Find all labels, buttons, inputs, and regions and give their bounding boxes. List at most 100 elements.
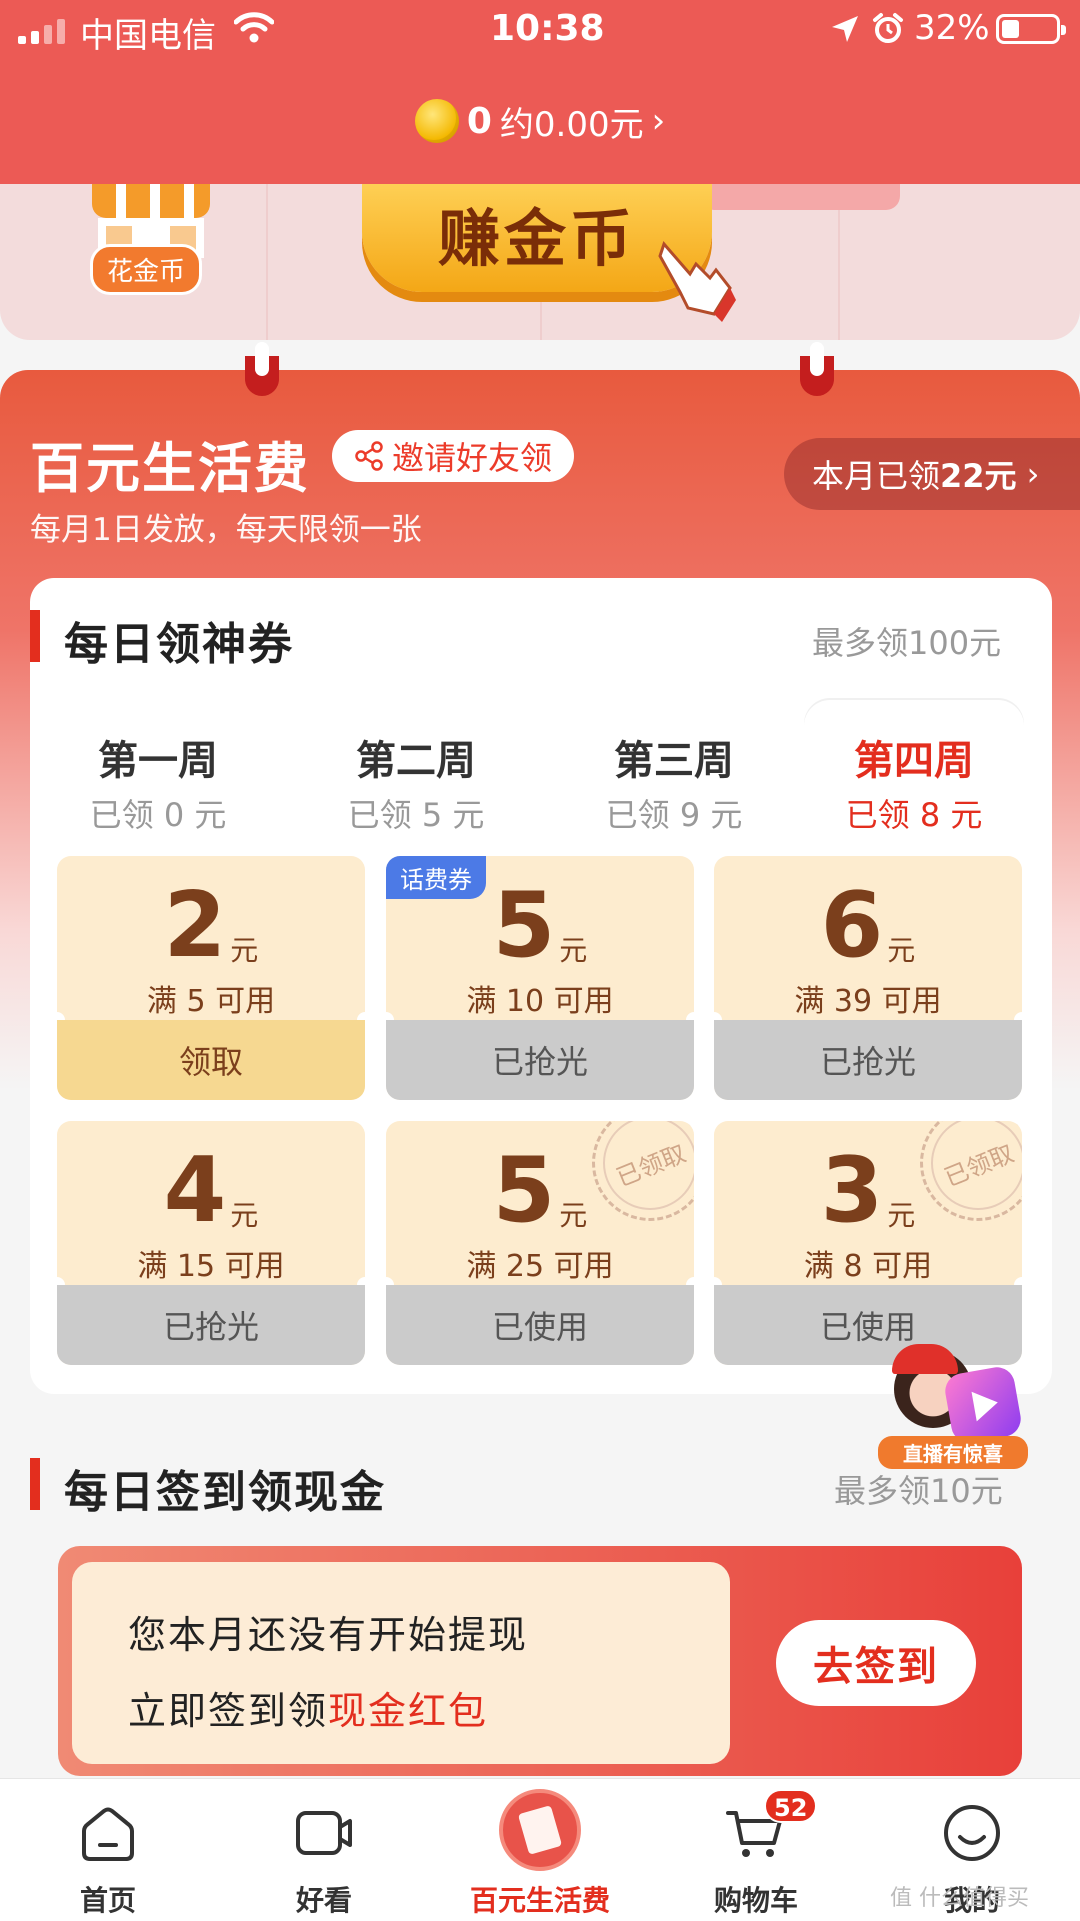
alarm-icon	[873, 13, 903, 43]
tab-haokan[interactable]: 好看	[216, 1779, 432, 1921]
tab-week-3[interactable]: 第三周 已领 9 元	[564, 700, 784, 834]
chevron-right-icon: ›	[651, 101, 666, 141]
coupon-condition: 满 5 可用	[146, 984, 276, 1019]
status-bar: 中国电信 10:38 32%	[0, 0, 1080, 60]
section-marker	[30, 1458, 40, 1510]
sold-out-status: 已抢光	[57, 1285, 365, 1365]
daily-coupon-title: 每日领神券	[64, 619, 294, 670]
tab-label: 购物车	[713, 1884, 798, 1917]
week-claimed: 已领 9 元	[605, 796, 743, 834]
battery-percent: 32%	[914, 8, 990, 48]
section-subtitle: 每月1日发放，每天限领一张	[30, 512, 422, 548]
tab-label: 好看	[295, 1884, 352, 1917]
gold-coin-banner[interactable]: 花金币 赚金币	[0, 184, 1080, 340]
cart-count-badge: 52	[764, 1789, 818, 1823]
sold-out-status: 已抢光	[386, 1020, 694, 1100]
tab-week-1[interactable]: 第一周 已领 0 元	[48, 700, 268, 834]
sold-out-status: 已抢光	[714, 1020, 1022, 1100]
smile-profile-icon	[944, 1805, 1000, 1861]
living-allowance-icon	[499, 1789, 581, 1871]
gold-coin-icon	[414, 99, 459, 143]
coupon-amount: 5	[492, 1138, 556, 1243]
week-claimed: 已领 8 元	[845, 796, 983, 834]
coin-value: 约0.00元	[499, 104, 644, 145]
coupon-face: 6元 满 39 可用	[714, 856, 1022, 1020]
wifi-icon	[234, 12, 274, 43]
signal-icon	[18, 18, 65, 44]
coupon-card[interactable]: 3元 满 8 可用 已领取 已使用	[714, 1121, 1022, 1365]
tab-week-2[interactable]: 第二周 已领 5 元	[306, 700, 526, 834]
month-claimed-button[interactable]: 本月已领 22元 ›	[784, 438, 1080, 510]
coupon-card[interactable]: 6元 满 39 可用 已抢光	[714, 856, 1022, 1100]
tab-cart[interactable]: 52 购物车	[648, 1779, 864, 1921]
invite-label: 邀请好友领	[392, 439, 553, 477]
location-arrow-icon	[832, 16, 858, 42]
coupon-card[interactable]: 4元 满 15 可用 已抢光	[57, 1121, 365, 1365]
week-claimed: 已领 0 元	[89, 796, 227, 834]
coupon-condition: 满 15 可用	[137, 1249, 285, 1284]
coupon-condition: 满 25 可用	[466, 1249, 614, 1284]
coupon-card[interactable]: 2元 满 5 可用 领取	[57, 856, 365, 1100]
coupon-card[interactable]: 5元 满 10 可用 话费券 已抢光	[386, 856, 694, 1100]
phone-bill-tag: 话费券	[386, 856, 486, 899]
carrier-name: 中国电信	[80, 16, 216, 56]
coupon-condition: 满 8 可用	[803, 1249, 933, 1284]
top-header: 中国电信 10:38 32% 0 约0.00元 ›	[0, 0, 1080, 184]
status-time: 10:38	[490, 8, 605, 49]
week-name: 第二周	[356, 738, 476, 784]
basket-decoration	[700, 184, 900, 210]
coin-count: 0	[466, 100, 492, 142]
section-marker	[30, 610, 40, 662]
coupon-unit: 元	[230, 934, 259, 967]
tab-living-allowance[interactable]: 百元生活费	[432, 1779, 648, 1921]
coupon-face: 2元 满 5 可用	[57, 856, 365, 1020]
signin-message: 您本月还没有开始提现	[128, 1613, 529, 1657]
spend-coins-button[interactable]: 花金币	[90, 244, 203, 295]
signin-prompt: 立即签到领现金红包	[128, 1680, 488, 1735]
go-signin-button[interactable]: 去签到	[776, 1620, 976, 1706]
tab-label: 首页	[79, 1884, 136, 1917]
coupon-unit: 元	[887, 1199, 916, 1232]
live-stream-badge[interactable]: 直播有惊喜	[878, 1344, 1028, 1474]
tab-week-4[interactable]: 第四周 已领 8 元	[804, 700, 1024, 834]
week-name: 第一周	[98, 738, 218, 784]
cash-red-packet-text: 现金红包	[328, 1689, 489, 1733]
coupon-amount: 4	[163, 1138, 227, 1243]
used-status: 已使用	[386, 1285, 694, 1365]
coupon-unit: 元	[887, 934, 916, 967]
coupon-unit: 元	[559, 934, 588, 967]
week-claimed: 已领 5 元	[347, 796, 485, 834]
pointing-hand-icon	[658, 241, 736, 322]
coupon-unit: 元	[559, 1199, 588, 1232]
week-name: 第四周	[854, 738, 974, 784]
invite-friends-button[interactable]: 邀请好友领	[332, 430, 575, 482]
watermark: 值 什么值得买	[890, 1886, 1029, 1911]
section-title: 百元生活费	[30, 437, 310, 500]
claim-button[interactable]: 领取	[57, 1020, 365, 1100]
battery-icon	[996, 14, 1066, 44]
coin-balance[interactable]: 0 约0.00元 ›	[0, 96, 1080, 146]
month-claimed-label: 本月已领	[812, 457, 941, 495]
tab-label: 百元生活费	[469, 1884, 610, 1917]
coupon-amount: 5	[492, 873, 556, 978]
signin-prompt-text: 立即签到领	[128, 1689, 329, 1733]
shop-icon	[92, 184, 210, 218]
coupon-amount: 2	[163, 873, 227, 978]
coupon-amount: 6	[820, 873, 884, 978]
share-icon	[355, 441, 383, 471]
coupon-condition: 满 39 可用	[794, 984, 942, 1019]
week-name: 第三周	[614, 738, 734, 784]
hook-decoration	[800, 342, 834, 396]
hook-decoration	[245, 342, 279, 396]
coupon-face: 4元 满 15 可用	[57, 1121, 365, 1285]
coupon-card[interactable]: 5元 满 25 可用 已领取 已使用	[386, 1121, 694, 1365]
daily-signin-title: 每日签到领现金	[64, 1467, 386, 1518]
coupon-amount: 3	[820, 1138, 884, 1243]
live-label: 直播有惊喜	[878, 1436, 1028, 1469]
month-claimed-amount: 22元	[940, 457, 1017, 495]
coupon-unit: 元	[230, 1199, 259, 1232]
tab-home[interactable]: 首页	[0, 1779, 216, 1921]
coupon-condition: 满 10 可用	[466, 984, 614, 1019]
daily-coupon-max: 最多领100元	[812, 624, 1002, 662]
play-icon	[942, 1364, 1024, 1446]
